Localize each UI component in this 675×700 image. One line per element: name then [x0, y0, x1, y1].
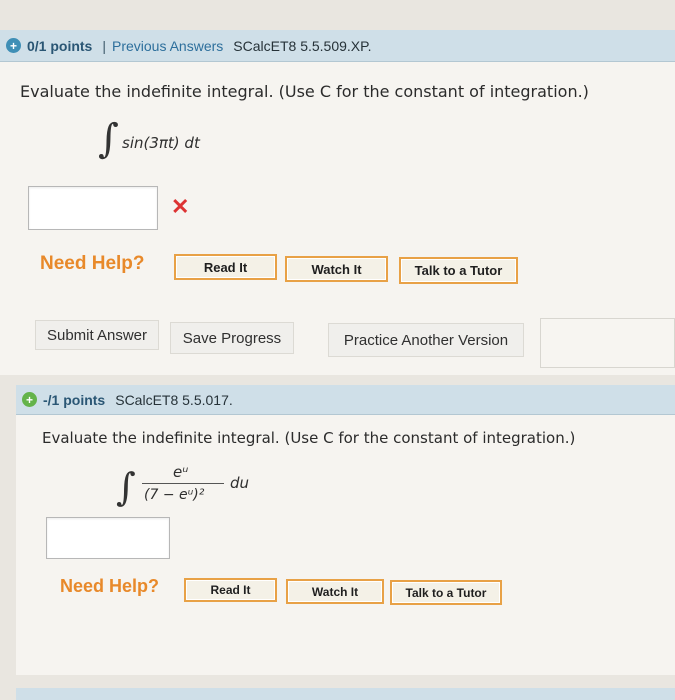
right-side-box: [540, 318, 675, 368]
talk-to-tutor-button[interactable]: Talk to a Tutor: [390, 580, 502, 605]
question-2-answer-input[interactable]: [46, 517, 170, 559]
expand-plus-icon[interactable]: +: [6, 38, 21, 53]
fraction-bar: [142, 483, 224, 484]
fraction-denominator: (7 − eᵘ)²: [144, 487, 205, 503]
read-it-button[interactable]: Read It: [174, 254, 277, 280]
question-1-prompt: Evaluate the indefinite integral. (Use C…: [20, 82, 589, 101]
question-2-points: -/1 points: [43, 391, 106, 408]
question-1-answer-input[interactable]: [28, 186, 158, 230]
practice-another-version-button[interactable]: Practice Another Version: [328, 323, 524, 357]
need-help-label: Need Help?: [60, 576, 160, 596]
fraction-numerator: eᵘ: [173, 463, 189, 481]
question-1-header: + 0/1 points | Previous Answers SCalcET8…: [0, 30, 675, 62]
question-1-points: 0/1 points: [27, 37, 93, 54]
talk-to-tutor-button[interactable]: Talk to a Tutor: [399, 257, 518, 284]
differential-du: du: [230, 474, 250, 492]
header-separator: |: [102, 37, 106, 54]
question-2-prompt: Evaluate the indefinite integral. (Use C…: [42, 429, 576, 447]
next-question-header-strip: [16, 688, 675, 700]
integral-sign-icon: ∫: [116, 465, 136, 509]
question-2-code: SCalcET8 5.5.017.: [115, 391, 233, 408]
submit-answer-button[interactable]: Submit Answer: [35, 320, 159, 350]
previous-answers-link[interactable]: Previous Answers: [112, 38, 223, 54]
integral-sign-icon: ∫: [98, 116, 119, 162]
need-help-label: Need Help?: [40, 253, 145, 274]
question-2-header: + -/1 points SCalcET8 5.5.017.: [16, 385, 675, 415]
incorrect-x-icon: ✕: [171, 194, 190, 219]
watch-it-button[interactable]: Watch It: [285, 256, 388, 282]
expand-plus-icon[interactable]: +: [22, 392, 37, 407]
read-it-button[interactable]: Read It: [184, 578, 277, 602]
question-1-integrand: sin(3πt) dt: [122, 134, 200, 152]
watch-it-button[interactable]: Watch It: [286, 579, 384, 604]
question-1-code: SCalcET8 5.5.509.XP.: [233, 37, 372, 54]
save-progress-button[interactable]: Save Progress: [170, 322, 294, 354]
question-2-panel: + -/1 points SCalcET8 5.5.017. Evaluate …: [16, 385, 675, 675]
question-1-panel: + 0/1 points | Previous Answers SCalcET8…: [0, 30, 675, 375]
